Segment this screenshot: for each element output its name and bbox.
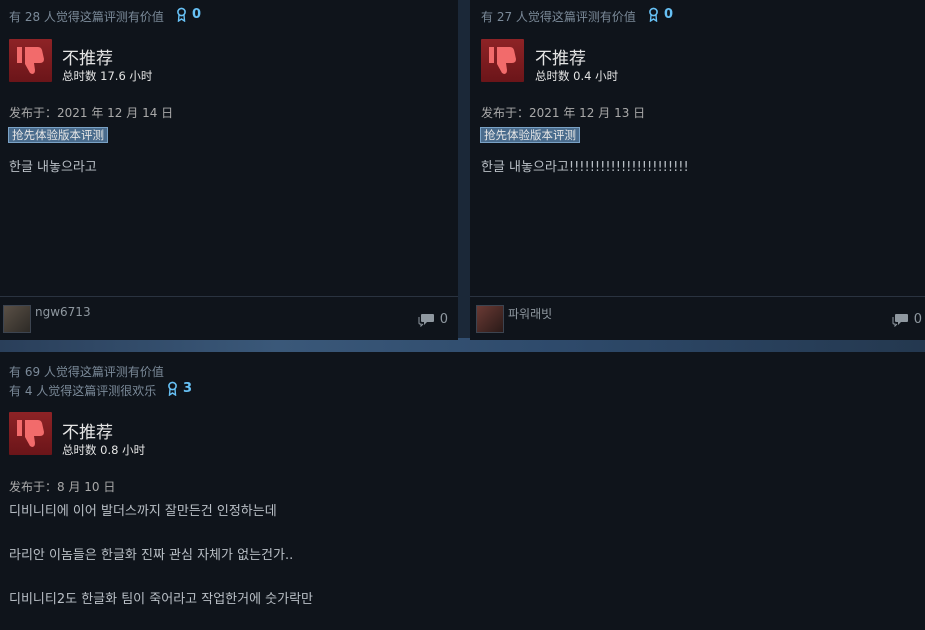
award-count: 3 [183, 381, 193, 396]
review-card-2: 有 27 人觉得这篇评测有价值 0 不推荐 总时数 0.4 小时 发布于：202… [470, 0, 925, 340]
helpful-count: 有 27 人觉得这篇评测有价值 [481, 10, 636, 24]
funny-count: 有 4 人觉得这篇评测很欢乐 [9, 384, 157, 398]
comment-count: 0 [913, 312, 922, 327]
helpful-count: 有 69 人觉得这篇评测有价值 [9, 365, 164, 379]
avatar[interactable] [3, 305, 31, 333]
award-count: 0 [664, 7, 674, 22]
footer-divider [470, 296, 925, 297]
award-ribbon-icon [649, 7, 658, 22]
verdict-title: 不推荐 [535, 49, 586, 69]
username-link[interactable]: 파워래빗 [508, 305, 552, 322]
award-button[interactable]: 0 [176, 7, 201, 22]
username-link[interactable]: ngw6713 [35, 305, 91, 319]
thumbs-down-icon [9, 39, 52, 82]
review-text-line: 한글 내놓으라고 [9, 160, 97, 175]
thumbs-down-icon [9, 412, 52, 455]
helpful-count: 有 28 人觉得这篇评测有价值 [9, 10, 164, 24]
early-access-badge: 抢先体验版本评测 [480, 127, 580, 143]
award-ribbon-icon [168, 381, 177, 396]
review-text-line: 라리안 이놈들은 한글화 진짜 관심 자체가 없는건가.. [9, 548, 294, 563]
award-button[interactable]: 3 [167, 381, 192, 396]
verdict-title: 不推荐 [62, 49, 113, 69]
comment-bubble-icon [418, 314, 434, 327]
thumbs-down-icon [481, 39, 524, 82]
verdict-title: 不推荐 [62, 423, 113, 443]
comment-bubble-icon [892, 314, 908, 327]
review-text-line: 디비니티2도 한글화 팀이 죽어라고 작업한거에 숫가락만 [9, 592, 314, 607]
comment-count: 0 [439, 312, 448, 327]
avatar[interactable] [476, 305, 504, 333]
posted-date: 发布于：8 月 10 日 [9, 480, 116, 494]
review-text-line: 한글 내놓으라고!!!!!!!!!!!!!!!!!!!!!!! [481, 160, 689, 175]
background-strip [0, 338, 925, 352]
award-ribbon-icon [177, 7, 186, 22]
award-count: 0 [192, 7, 202, 22]
comments-button[interactable]: 0 [418, 312, 448, 327]
review-card-3: 有 69 人觉得这篇评测有价值 有 4 人觉得这篇评测很欢乐 3 不推荐 总时数… [0, 352, 925, 630]
award-button[interactable]: 0 [648, 7, 673, 22]
hours-played: 总时数 0.8 小时 [62, 443, 146, 457]
review-card-1: 有 28 人觉得这篇评测有价值 0 不推荐 总时数 17.6 小时 发布于：20… [0, 0, 458, 340]
comments-button[interactable]: 0 [892, 312, 922, 327]
footer-divider [0, 296, 458, 297]
hours-played: 总时数 17.6 小时 [62, 69, 153, 83]
review-text-line: 디비니티에 이어 발더스까지 잘만든건 인정하는데 [9, 504, 277, 519]
early-access-badge: 抢先体验版本评测 [8, 127, 108, 143]
posted-date: 发布于：2021 年 12 月 13 日 [481, 106, 646, 120]
posted-date: 发布于：2021 年 12 月 14 日 [9, 106, 174, 120]
hours-played: 总时数 0.4 小时 [535, 69, 619, 83]
